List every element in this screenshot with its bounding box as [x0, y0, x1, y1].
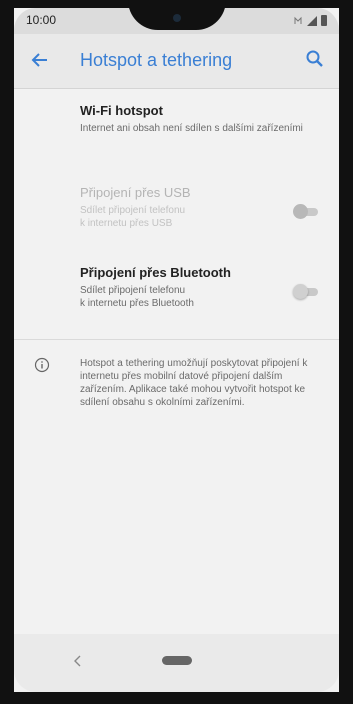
bluetooth-tethering-item[interactable]: Připojení přes Bluetooth Sdílet připojen…: [80, 265, 319, 310]
status-bar: 10:00: [14, 0, 339, 34]
nav-back-icon[interactable]: [72, 654, 84, 668]
page-title: Hotspot a tethering: [80, 50, 233, 70]
nfc-icon: [294, 16, 302, 24]
signal-icon: [307, 15, 317, 26]
bluetooth-tethering-toggle[interactable]: [293, 284, 319, 299]
bluetooth-tethering-title: Připojení přes Bluetooth: [80, 265, 231, 280]
status-time: 10:00: [26, 13, 57, 27]
usb-tethering-subtitle: Sdílet připojení telefonu k internetu př…: [80, 204, 319, 230]
bluetooth-tethering-subtitle: Sdílet připojení telefonu k internetu př…: [80, 284, 319, 310]
wifi-hotspot-title: Wi-Fi hotspot: [80, 103, 163, 118]
info-icon: [34, 357, 50, 373]
usb-subtitle-line-1: Sdílet připojení telefonu: [80, 205, 186, 216]
bluetooth-subtitle-line-1: Sdílet připojení telefonu: [80, 285, 186, 296]
section-divider: [14, 339, 339, 340]
usb-tethering-title: Připojení přes USB: [80, 185, 191, 200]
settings-list: Wi-Fi hotspot Internet ani obsah není sd…: [14, 89, 339, 634]
usb-subtitle-line-2: k internetu přes USB: [80, 218, 173, 229]
bluetooth-subtitle-line-2: k internetu přes Bluetooth: [80, 298, 194, 309]
app-bar: Hotspot a tethering: [14, 34, 339, 89]
wifi-hotspot-item[interactable]: Wi-Fi hotspot Internet ani obsah není sd…: [80, 103, 319, 135]
info-description: Hotspot a tethering umožňují poskytovat …: [80, 358, 308, 408]
wifi-hotspot-subtitle: Internet ani obsah není sdílen s dalšími…: [80, 123, 303, 134]
toggle-thumb: [293, 204, 308, 219]
device-frame-left: [0, 0, 14, 704]
arrow-left-icon[interactable]: [30, 50, 50, 70]
home-pill-icon[interactable]: [161, 656, 192, 665]
phone-screen: 10:00 Hotspot a tethering Wi-Fi hotspot …: [0, 0, 353, 704]
status-icons: [293, 15, 327, 26]
battery-icon: [321, 15, 327, 26]
navigation-bar: [14, 634, 339, 692]
usb-tethering-item: Připojení přes USB Sdílet připojení tele…: [80, 185, 319, 230]
camera-notch: [127, 0, 226, 30]
usb-tethering-toggle: [293, 204, 319, 219]
search-icon[interactable]: [305, 49, 325, 69]
toggle-thumb: [293, 284, 308, 299]
camera-icon: [172, 14, 181, 22]
device-frame-right: [339, 0, 353, 704]
device-frame-bottom: [0, 692, 353, 704]
